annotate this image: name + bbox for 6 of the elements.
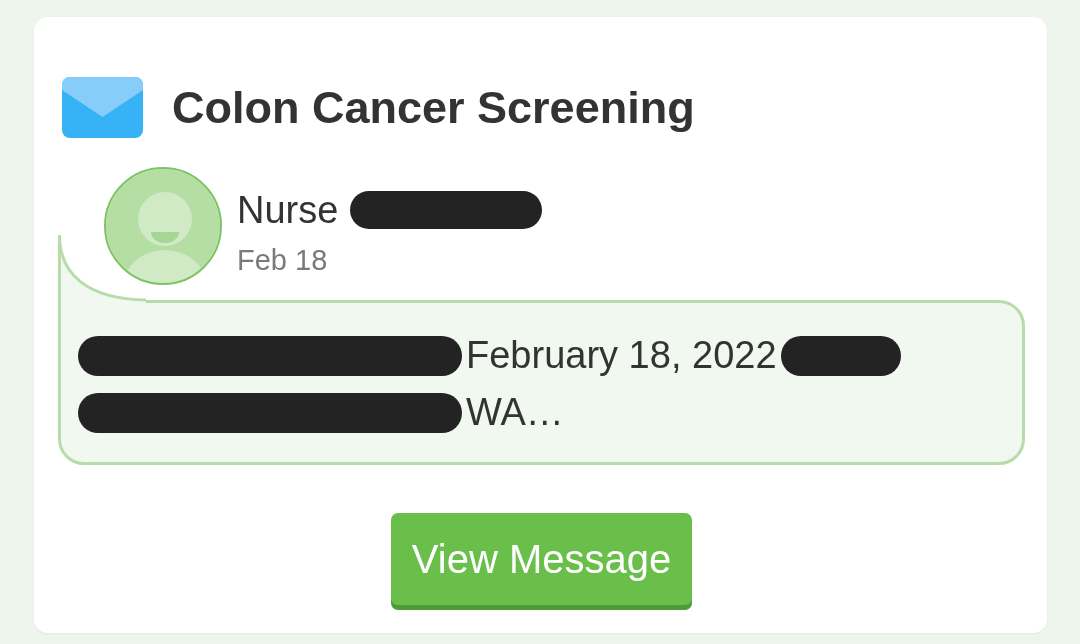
card-title: Colon Cancer Screening [172,82,695,133]
message-date: Feb 18 [237,243,328,277]
envelope-icon [62,77,143,138]
message-text: WA… [466,390,564,435]
sender-name: Nurse [237,188,339,232]
message-text: February 18, 2022 [466,333,777,378]
